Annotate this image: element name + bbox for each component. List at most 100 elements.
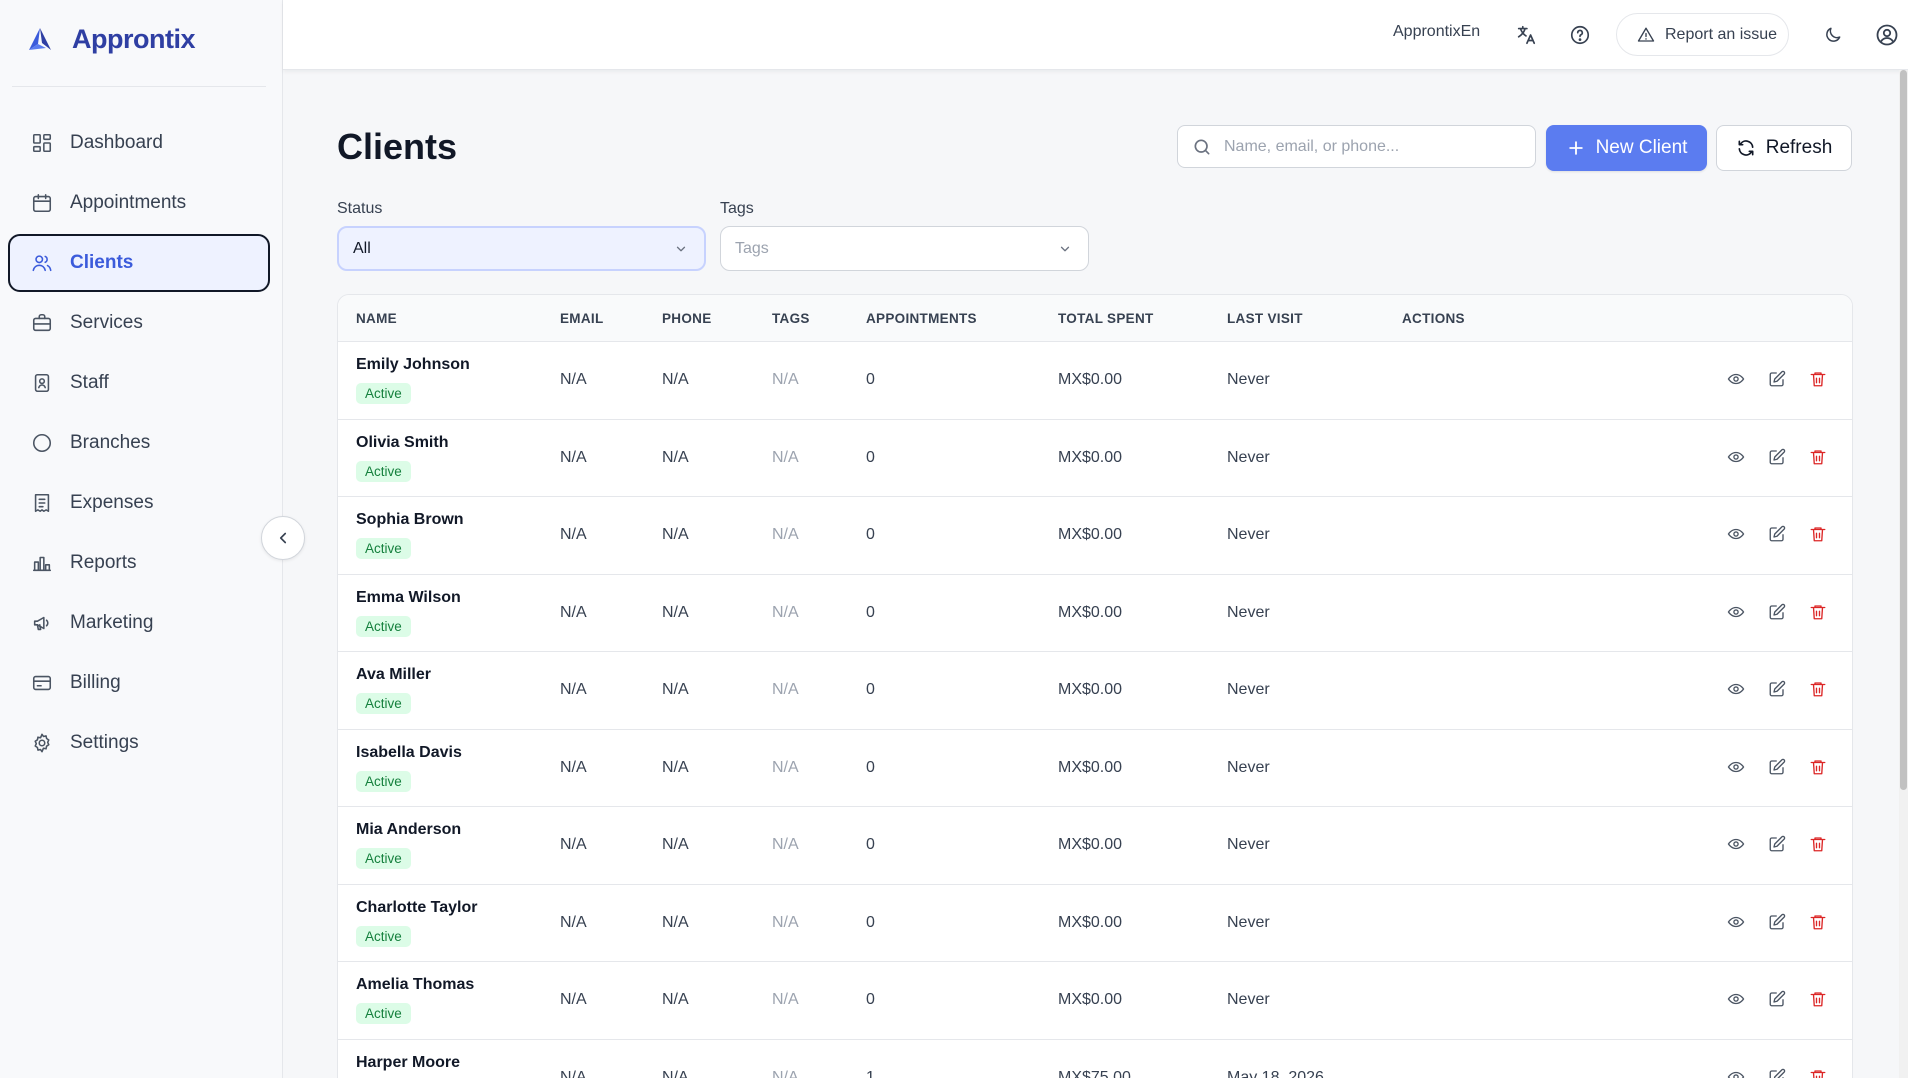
client-name[interactable]: Harper Moore: [356, 1054, 460, 1072]
delete-button[interactable]: [1808, 912, 1828, 932]
delete-button[interactable]: [1808, 447, 1828, 467]
scrollbar-thumb[interactable]: [1900, 70, 1907, 790]
eye-icon: [1727, 683, 1745, 695]
table-row[interactable]: Mia Anderson Active N/A N/A N/A 0 MX$0.00 Never: [338, 807, 1852, 885]
cell-total-spent: MX$0.00: [1058, 991, 1123, 1008]
client-name[interactable]: Ava Miller: [356, 666, 431, 684]
view-button[interactable]: [1726, 912, 1746, 932]
refresh-label: Refresh: [1765, 137, 1833, 158]
delete-button[interactable]: [1808, 834, 1828, 854]
report-issue-button[interactable]: Report an issue: [1616, 13, 1789, 56]
column-header-appointments[interactable]: APPOINTMENTS: [866, 311, 977, 326]
sidebar-item-appointments[interactable]: Appointments: [8, 174, 270, 232]
edit-button[interactable]: [1767, 447, 1787, 467]
table-row[interactable]: Amelia Thomas Active N/A N/A N/A 0 MX$0.00 Neve…: [338, 962, 1852, 1040]
delete-button[interactable]: [1808, 524, 1828, 544]
cell-tags: N/A: [772, 448, 799, 466]
refresh-button[interactable]: Refresh: [1716, 125, 1852, 171]
delete-button[interactable]: [1808, 602, 1828, 622]
edit-button[interactable]: [1767, 912, 1787, 932]
client-name[interactable]: Sophia Brown: [356, 511, 464, 529]
table-row[interactable]: Emily Johnson Active N/A N/A N/A 0 MX$0.00 Neve…: [338, 342, 1852, 420]
sidebar-item-billing[interactable]: Billing: [8, 654, 270, 712]
view-button[interactable]: [1726, 369, 1746, 389]
view-button[interactable]: [1726, 989, 1746, 1009]
view-button[interactable]: [1726, 524, 1746, 544]
view-button[interactable]: [1726, 834, 1746, 854]
sidebar-item-staff[interactable]: Staff: [8, 354, 270, 412]
column-header-email[interactable]: EMAIL: [560, 311, 604, 326]
collapse-sidebar-button[interactable]: [261, 516, 305, 560]
user-account-icon[interactable]: [1874, 22, 1900, 48]
translate-icon[interactable]: [1513, 22, 1539, 48]
sidebar-item-reports[interactable]: Reports: [8, 534, 270, 592]
table-row[interactable]: Sophia Brown Active N/A N/A N/A 0 MX$0.00 Never: [338, 497, 1852, 575]
delete-button[interactable]: [1808, 369, 1828, 389]
dark-mode-icon[interactable]: [1820, 22, 1846, 48]
view-button[interactable]: [1726, 447, 1746, 467]
new-client-button[interactable]: New Client: [1546, 125, 1707, 171]
eye-icon: [1727, 993, 1745, 1005]
dashboard-icon: [32, 133, 52, 153]
edit-button[interactable]: [1767, 602, 1787, 622]
chevron-down-icon: [676, 246, 686, 251]
client-name[interactable]: Emily Johnson: [356, 356, 470, 374]
bar-chart-icon: [32, 556, 52, 572]
trash-icon: [1810, 604, 1826, 619]
help-icon[interactable]: [1567, 22, 1593, 48]
client-name[interactable]: Mia Anderson: [356, 821, 461, 839]
tags-select[interactable]: Tags: [720, 226, 1089, 271]
table-row[interactable]: Isabella Davis Active N/A N/A N/A 0 MX$0.00 Nev…: [338, 730, 1852, 807]
table-row[interactable]: Emma Wilson Active N/A N/A N/A 0 MX$0.00 Never: [338, 575, 1852, 652]
sidebar-item-branches[interactable]: Branches: [8, 414, 270, 472]
edit-button[interactable]: [1767, 989, 1787, 1009]
delete-button[interactable]: [1808, 989, 1828, 1009]
edit-button[interactable]: [1767, 834, 1787, 854]
view-button[interactable]: [1726, 1067, 1746, 1078]
delete-button[interactable]: [1808, 1067, 1828, 1078]
column-header-last-visit[interactable]: LAST VISIT: [1227, 311, 1303, 326]
trash-icon: [1810, 682, 1826, 697]
client-name[interactable]: Isabella Davis: [356, 744, 462, 762]
column-header-phone[interactable]: PHONE: [662, 311, 712, 326]
edit-button[interactable]: [1767, 679, 1787, 699]
client-name[interactable]: Amelia Thomas: [356, 976, 474, 994]
sidebar-item-services[interactable]: Services: [8, 294, 270, 352]
edit-button[interactable]: [1767, 369, 1787, 389]
row-actions: [1726, 679, 1828, 699]
table-row[interactable]: Harper MooreActiveN/AN/AN/A1MX$75.00May …: [338, 1040, 1852, 1078]
cell-phone: N/A: [662, 603, 689, 621]
view-button[interactable]: [1726, 757, 1746, 777]
table-row[interactable]: Charlotte Taylor Active N/A N/A N/A 0 MX$0.00 N…: [338, 885, 1852, 962]
sidebar-item-marketing[interactable]: Marketing: [8, 594, 270, 652]
column-header-tags[interactable]: TAGS: [772, 311, 810, 326]
status-select-value: All: [353, 239, 371, 257]
table-row[interactable]: Olivia Smith Active N/A N/A N/A 0 MX$0.00 Never: [338, 420, 1852, 497]
sidebar-nav: Dashboard Appointments Clients Services Staf…: [8, 114, 270, 774]
edit-button[interactable]: [1767, 524, 1787, 544]
cell-total-spent: MX$0.00: [1058, 913, 1123, 931]
delete-button[interactable]: [1808, 757, 1828, 777]
table-row[interactable]: Ava Miller Active N/A N/A N/A 0 MX$0.00 Never: [338, 652, 1852, 730]
client-name[interactable]: Charlotte Taylor: [356, 899, 478, 917]
view-button[interactable]: [1726, 679, 1746, 699]
sidebar-item-settings[interactable]: Settings: [8, 714, 270, 772]
edit-button[interactable]: [1767, 757, 1787, 777]
status-select[interactable]: All: [337, 226, 706, 271]
row-actions: [1726, 602, 1828, 622]
status-badge: Active: [356, 383, 411, 404]
client-name[interactable]: Olivia Smith: [356, 434, 448, 452]
sidebar-item-dashboard[interactable]: Dashboard: [8, 114, 270, 172]
brand[interactable]: Approntix: [26, 24, 196, 55]
search-input[interactable]: [1224, 137, 1514, 156]
client-name[interactable]: Emma Wilson: [356, 589, 461, 607]
column-header-name[interactable]: NAME: [356, 311, 397, 326]
sidebar-item-clients[interactable]: Clients: [8, 234, 270, 292]
workspace-label[interactable]: ApprontixEn: [1393, 23, 1480, 41]
view-button[interactable]: [1726, 602, 1746, 622]
cell-email: N/A: [560, 371, 587, 388]
edit-button[interactable]: [1767, 1067, 1787, 1078]
delete-button[interactable]: [1808, 679, 1828, 699]
column-header-total-spent[interactable]: TOTAL SPENT: [1058, 311, 1154, 326]
sidebar-item-expenses[interactable]: Expenses: [8, 474, 270, 532]
